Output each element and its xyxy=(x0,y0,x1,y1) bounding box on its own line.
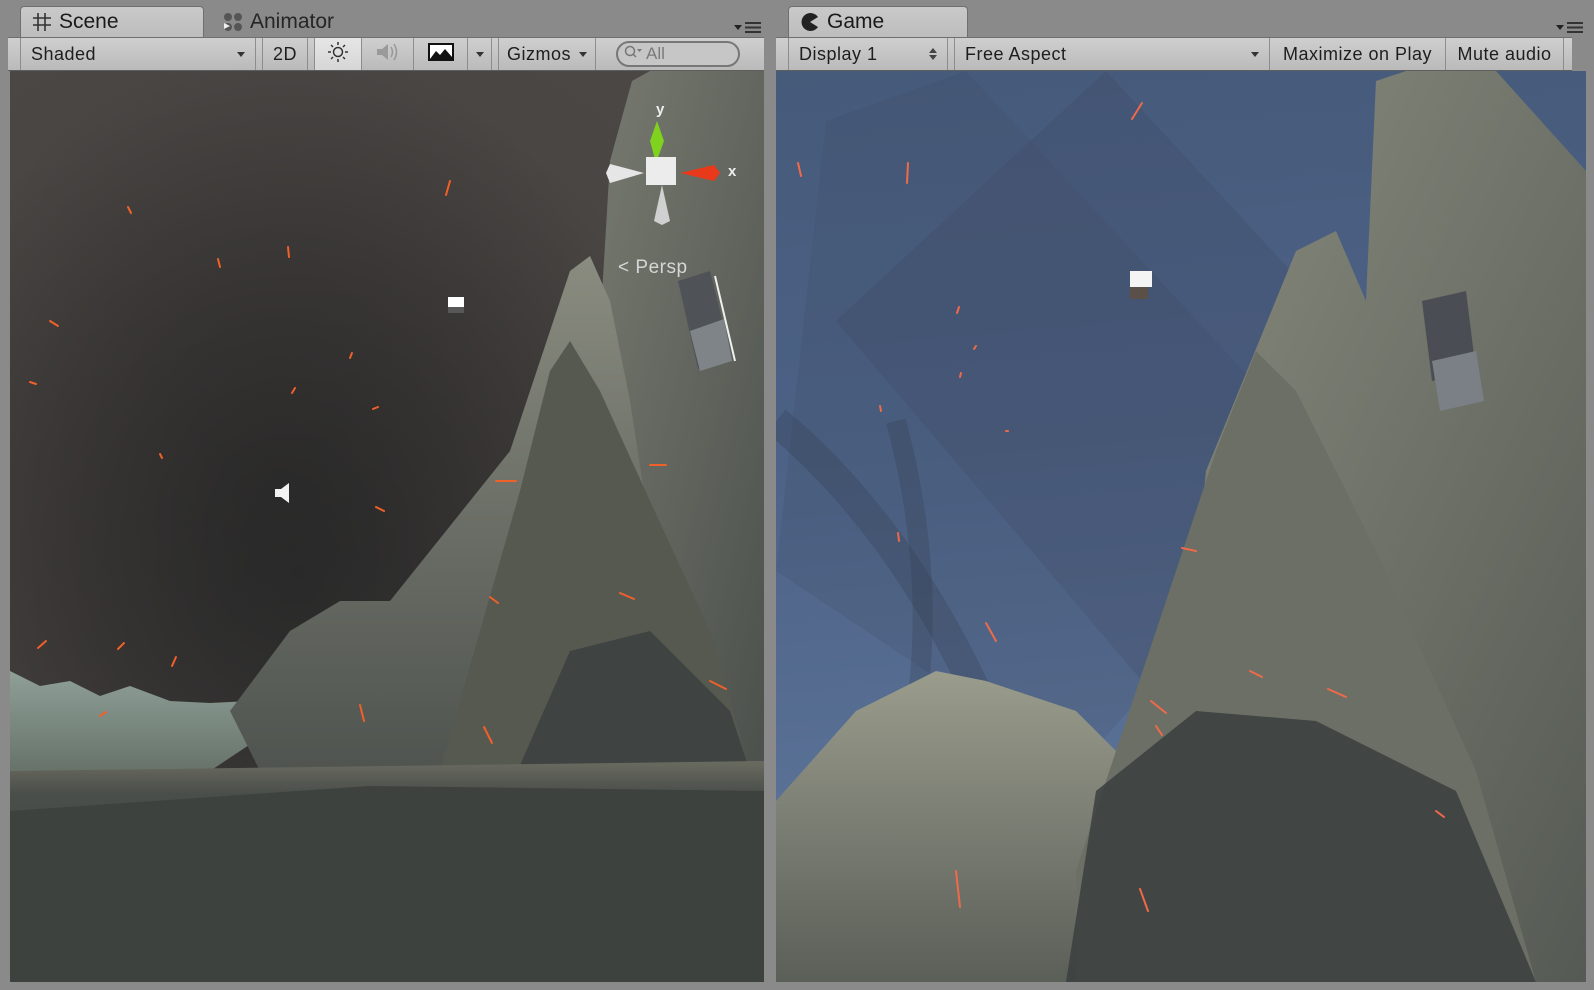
chevron-down-icon xyxy=(579,51,588,57)
image-icon xyxy=(427,42,454,66)
chevron-down-icon xyxy=(237,51,245,57)
scene-panel: Scene Animator Shaded 2D Gizmos All y x … xyxy=(0,0,772,990)
game-tabbar: Game xyxy=(772,0,1594,37)
animator-nodes-icon xyxy=(222,11,244,33)
tab-game[interactable]: Game xyxy=(788,6,968,37)
tab-animator-label: Animator xyxy=(250,9,335,33)
tab-scene-label: Scene xyxy=(59,10,119,33)
hamburger-menu-icon xyxy=(1567,21,1583,33)
game-viewport[interactable] xyxy=(776,71,1586,982)
chevron-down-icon xyxy=(475,51,484,57)
gizmo-axis-x xyxy=(680,165,720,181)
gizmo-x-label: x xyxy=(728,163,737,180)
search-placeholder: All xyxy=(646,44,665,63)
gizmos-dropdown[interactable]: Gizmos xyxy=(498,38,596,70)
maximize-on-play-toggle[interactable]: Maximize on Play xyxy=(1270,38,1446,70)
tab-game-label: Game xyxy=(827,10,885,33)
game-toolbar: Display 1 Free Aspect Maximize on Play M… xyxy=(776,37,1572,71)
game-tab-menu-button[interactable] xyxy=(1556,20,1586,34)
scene-viewport[interactable]: y x < Persp xyxy=(10,71,764,982)
tab-scene[interactable]: Scene xyxy=(20,6,204,37)
scene-tabbar: Scene Animator xyxy=(0,0,772,37)
dropdown-triangle-icon xyxy=(1556,24,1564,30)
projection-toggle[interactable]: < Persp xyxy=(618,257,688,279)
maximize-on-play-label: Maximize on Play xyxy=(1282,43,1433,64)
chevron-down-icon xyxy=(1251,51,1259,57)
gizmo-axis-neg-y xyxy=(654,185,670,225)
scene-effects-dropdown[interactable] xyxy=(468,38,492,70)
scene-audio-toggle[interactable] xyxy=(362,38,414,70)
scene-search-input[interactable]: All xyxy=(616,41,740,67)
mute-audio-toggle[interactable]: Mute audio xyxy=(1446,38,1564,70)
speaker-icon xyxy=(375,41,401,68)
audio-source-gizmo-icon[interactable] xyxy=(272,480,294,511)
gizmo-center-cube xyxy=(646,157,676,185)
game-render xyxy=(776,71,1586,982)
toggle-2d-button[interactable]: 2D xyxy=(262,38,308,70)
aspect-label: Free Aspect xyxy=(965,43,1067,64)
hamburger-menu-icon xyxy=(745,21,761,33)
perspective-icon: < xyxy=(618,257,630,278)
aspect-dropdown[interactable]: Free Aspect xyxy=(954,38,1270,70)
view-orientation-gizmo[interactable]: y x xyxy=(604,101,764,281)
dropdown-triangle-icon xyxy=(734,24,742,30)
draw-mode-label: Shaded xyxy=(31,43,97,64)
grid-hash-icon xyxy=(31,11,53,33)
display-dropdown[interactable]: Display 1 xyxy=(788,38,948,70)
search-icon xyxy=(624,44,644,64)
scene-object-icon[interactable] xyxy=(446,295,466,320)
sun-icon xyxy=(327,41,349,68)
gizmo-y-label: y xyxy=(656,101,665,118)
scene-effects-toggle[interactable] xyxy=(414,38,468,70)
gizmo-axis-y xyxy=(650,121,664,163)
game-panel: Game Display 1 Free Aspect Maximize on P… xyxy=(772,0,1594,990)
tab-animator[interactable]: Animator xyxy=(212,6,382,37)
up-down-arrows-icon xyxy=(929,48,937,60)
toggle-2d-label: 2D xyxy=(273,43,298,64)
gizmo-axis-neg-x xyxy=(606,164,644,183)
projection-label: Persp xyxy=(635,257,688,278)
scene-lighting-toggle[interactable] xyxy=(314,38,362,70)
scene-tab-menu-button[interactable] xyxy=(734,20,764,34)
mute-audio-label: Mute audio xyxy=(1457,43,1552,64)
pacman-icon xyxy=(799,11,821,33)
display-label: Display 1 xyxy=(799,43,878,64)
gizmos-label: Gizmos xyxy=(507,43,572,64)
scene-toolbar: Shaded 2D Gizmos All xyxy=(8,37,764,71)
draw-mode-dropdown[interactable]: Shaded xyxy=(20,38,256,70)
